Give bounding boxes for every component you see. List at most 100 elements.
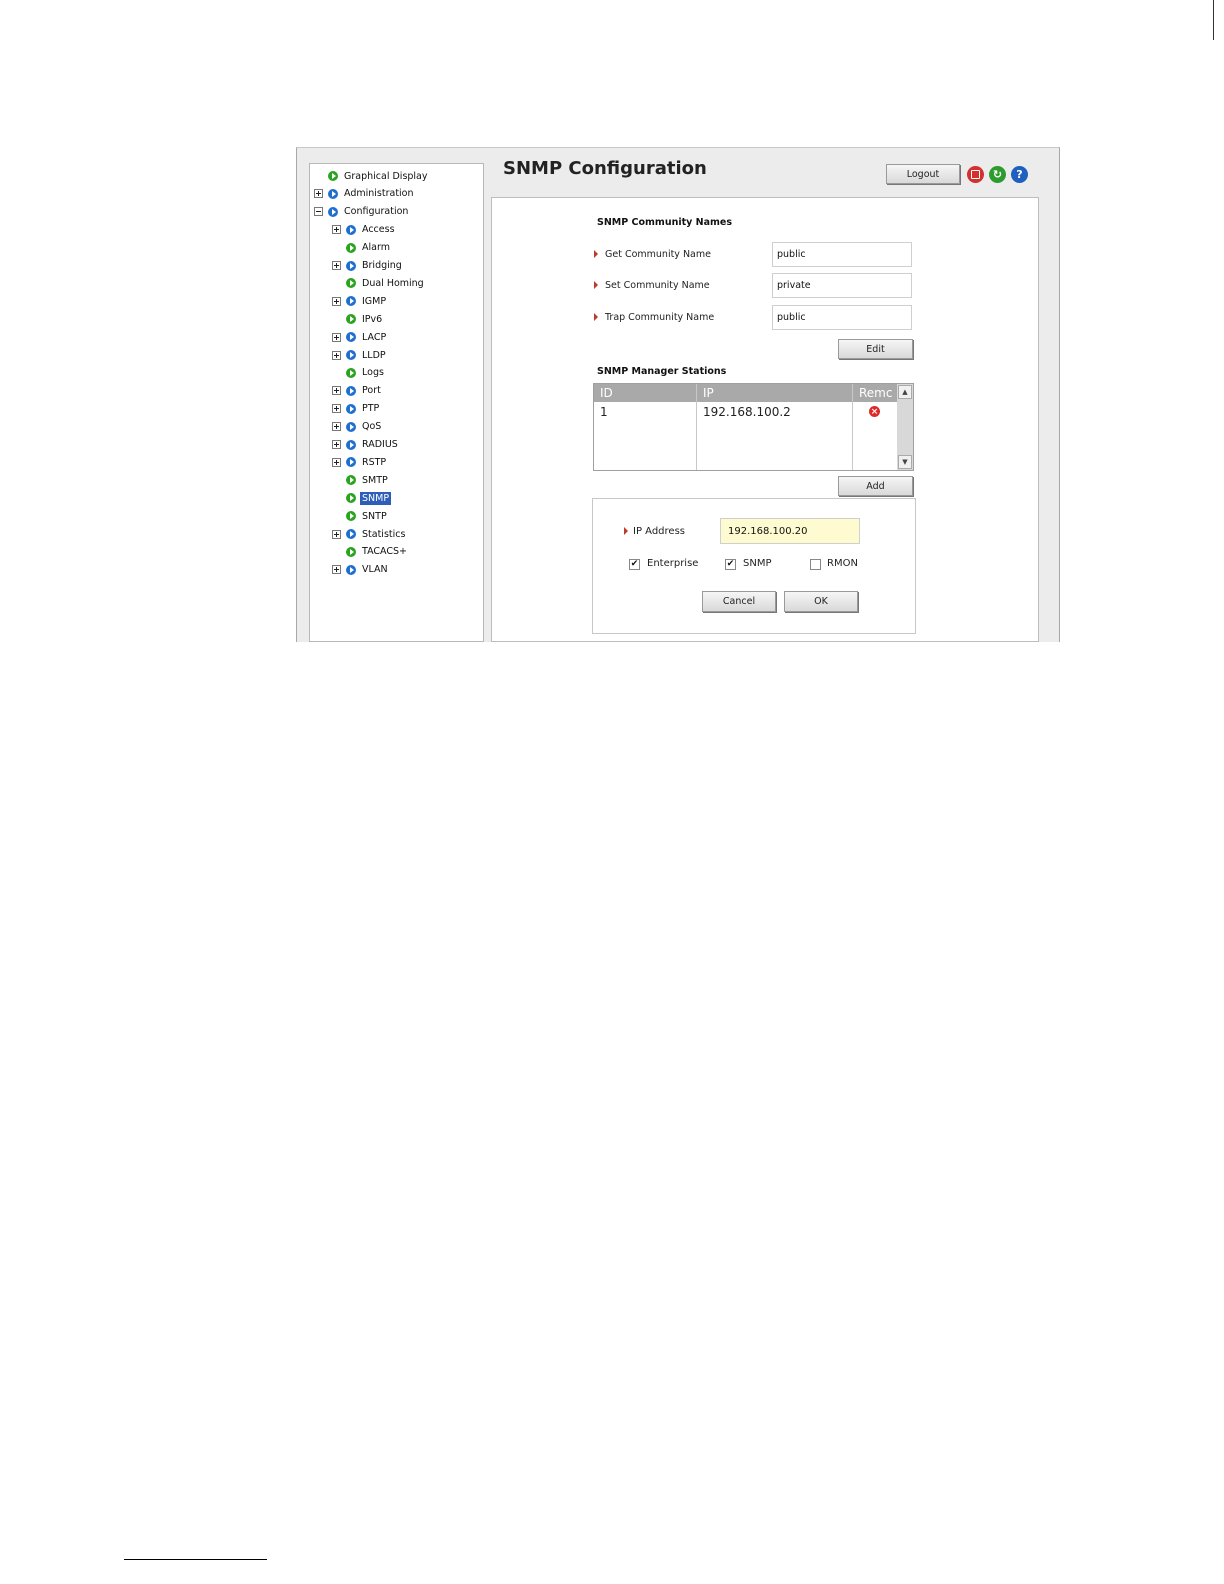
expand-icon[interactable] (332, 565, 341, 575)
tree-item-statistics[interactable]: Statistics (332, 526, 407, 542)
tree-item-lldp[interactable]: LLDP (332, 347, 388, 363)
expand-icon[interactable] (314, 189, 323, 199)
tree-item-ptp[interactable]: PTP (332, 401, 381, 417)
page-title: SNMP Configuration (503, 158, 707, 179)
ok-button[interactable]: OK (784, 591, 858, 612)
expand-icon[interactable] (332, 404, 341, 414)
get-community-label: Get Community Name (594, 248, 711, 260)
tree-item-configuration[interactable]: Configuration (314, 204, 410, 220)
get-community-input[interactable]: public (772, 242, 912, 267)
column-divider (696, 384, 697, 470)
arrow-icon (624, 527, 628, 535)
expand-icon[interactable] (332, 261, 341, 270)
expand-icon[interactable] (332, 225, 341, 235)
arrow-bullet-icon (328, 188, 338, 199)
tree-item-vlan[interactable]: VLAN (332, 562, 390, 578)
tree-item-graphical-display[interactable]: Graphical Display (314, 168, 430, 184)
collapse-icon[interactable] (314, 207, 323, 217)
snmp-checkbox[interactable]: ✔ (725, 559, 736, 570)
logout-button[interactable]: Logout (886, 164, 960, 184)
expand-icon[interactable] (332, 332, 341, 342)
tree-item-ipv6[interactable]: IPv6 (332, 311, 384, 327)
arrow-bullet-icon (346, 296, 356, 307)
tree-item-logs[interactable]: Logs (332, 365, 386, 381)
tree-item-label: Alarm (362, 242, 390, 254)
save-icon[interactable] (967, 166, 984, 183)
expand-icon[interactable] (332, 457, 341, 467)
ip-address-input[interactable]: 192.168.100.20 (720, 518, 860, 544)
tree-item-tacacs[interactable]: TACACS+ (332, 544, 409, 560)
rmon-checkbox[interactable] (810, 559, 821, 570)
table-row-id: 1 (600, 405, 608, 419)
tree-item-label: LLDP (362, 349, 386, 361)
tree-item-alarm[interactable]: Alarm (332, 240, 392, 256)
tree-item-dual-homing[interactable]: Dual Homing (332, 275, 426, 291)
refresh-icon[interactable]: ↻ (989, 166, 1006, 183)
table-row-ip: 192.168.100.2 (703, 405, 791, 419)
expand-icon[interactable] (332, 440, 341, 449)
expand-icon[interactable] (332, 529, 341, 539)
enterprise-checkbox[interactable]: ✔ (629, 559, 640, 570)
community-heading: SNMP Community Names (597, 217, 732, 228)
column-header-ip[interactable]: IP (697, 384, 852, 402)
tree-item-label: SNTP (362, 510, 387, 522)
scroll-down-icon[interactable]: ▼ (898, 455, 912, 469)
arrow-bullet-icon (346, 475, 356, 486)
tree-item-rstp[interactable]: RSTP (332, 454, 388, 470)
tree-item-label: TACACS+ (362, 546, 407, 558)
arrow-bullet-icon (346, 457, 356, 468)
arrow-bullet-icon (346, 403, 356, 414)
add-button[interactable]: Add (838, 476, 913, 496)
tree-item-label: IPv6 (362, 313, 383, 325)
arrow-bullet-icon (346, 260, 356, 271)
tree-item-smtp[interactable]: SMTP (332, 472, 390, 488)
tree-item-snmp[interactable]: SNMP (332, 490, 392, 506)
scroll-up-icon[interactable]: ▲ (898, 385, 912, 399)
column-header-remove[interactable]: Remc (853, 384, 897, 402)
expand-icon[interactable] (332, 386, 341, 396)
arrow-bullet-icon (346, 421, 356, 432)
stations-table: ID IP Remc 1 192.168.100.2 × ▲ ▼ (593, 383, 914, 471)
trap-community-label-text: Trap Community Name (605, 311, 715, 323)
page-edge-line (1213, 0, 1214, 40)
trap-community-input[interactable]: public (772, 305, 912, 330)
help-icon[interactable]: ? (1011, 166, 1028, 183)
arrow-bullet-icon (346, 546, 356, 557)
set-community-input[interactable]: private (772, 273, 912, 298)
tree-item-sntp[interactable]: SNTP (332, 508, 389, 524)
arrow-bullet-icon (346, 278, 356, 289)
tree-item-label: RSTP (362, 456, 387, 468)
edit-button[interactable]: Edit (838, 339, 913, 359)
tree-item-radius[interactable]: RADIUS (332, 437, 400, 453)
snmp-label: SNMP (743, 558, 772, 569)
tree-item-label: VLAN (362, 564, 388, 576)
rmon-label: RMON (827, 558, 858, 569)
set-community-label: Set Community Name (594, 279, 710, 291)
navigation-tree: Graphical Display Administration Configura… (309, 163, 484, 642)
tree-item-lacp[interactable]: LACP (332, 329, 388, 345)
expand-icon[interactable] (332, 350, 341, 360)
cancel-button[interactable]: Cancel (702, 591, 776, 612)
arrow-bullet-icon (346, 242, 356, 253)
tree-item-access[interactable]: Access (332, 222, 397, 238)
expand-icon[interactable] (332, 422, 341, 432)
tree-item-label: Bridging (362, 260, 402, 271)
tree-item-port[interactable]: Port (332, 383, 383, 399)
arrow-bullet-icon (346, 493, 356, 504)
tree-item-label: PTP (362, 403, 380, 415)
tree-item-label: RADIUS (362, 439, 398, 450)
arrow-icon (594, 313, 598, 321)
tree-item-label: LACP (362, 331, 387, 343)
tree-item-label: Access (362, 224, 395, 236)
remove-icon[interactable]: × (869, 406, 880, 417)
expand-icon[interactable] (332, 296, 341, 306)
enterprise-label: Enterprise (647, 558, 699, 569)
tree-item-bridging[interactable]: Bridging (332, 258, 404, 274)
table-scrollbar[interactable]: ▲ ▼ (897, 384, 913, 470)
tree-item-qos[interactable]: QoS (332, 419, 383, 435)
arrow-icon (594, 281, 598, 289)
column-header-id[interactable]: ID (594, 384, 696, 402)
tree-item-igmp[interactable]: IGMP (332, 293, 388, 309)
arrow-bullet-icon (346, 314, 356, 325)
tree-item-administration[interactable]: Administration (314, 186, 416, 202)
